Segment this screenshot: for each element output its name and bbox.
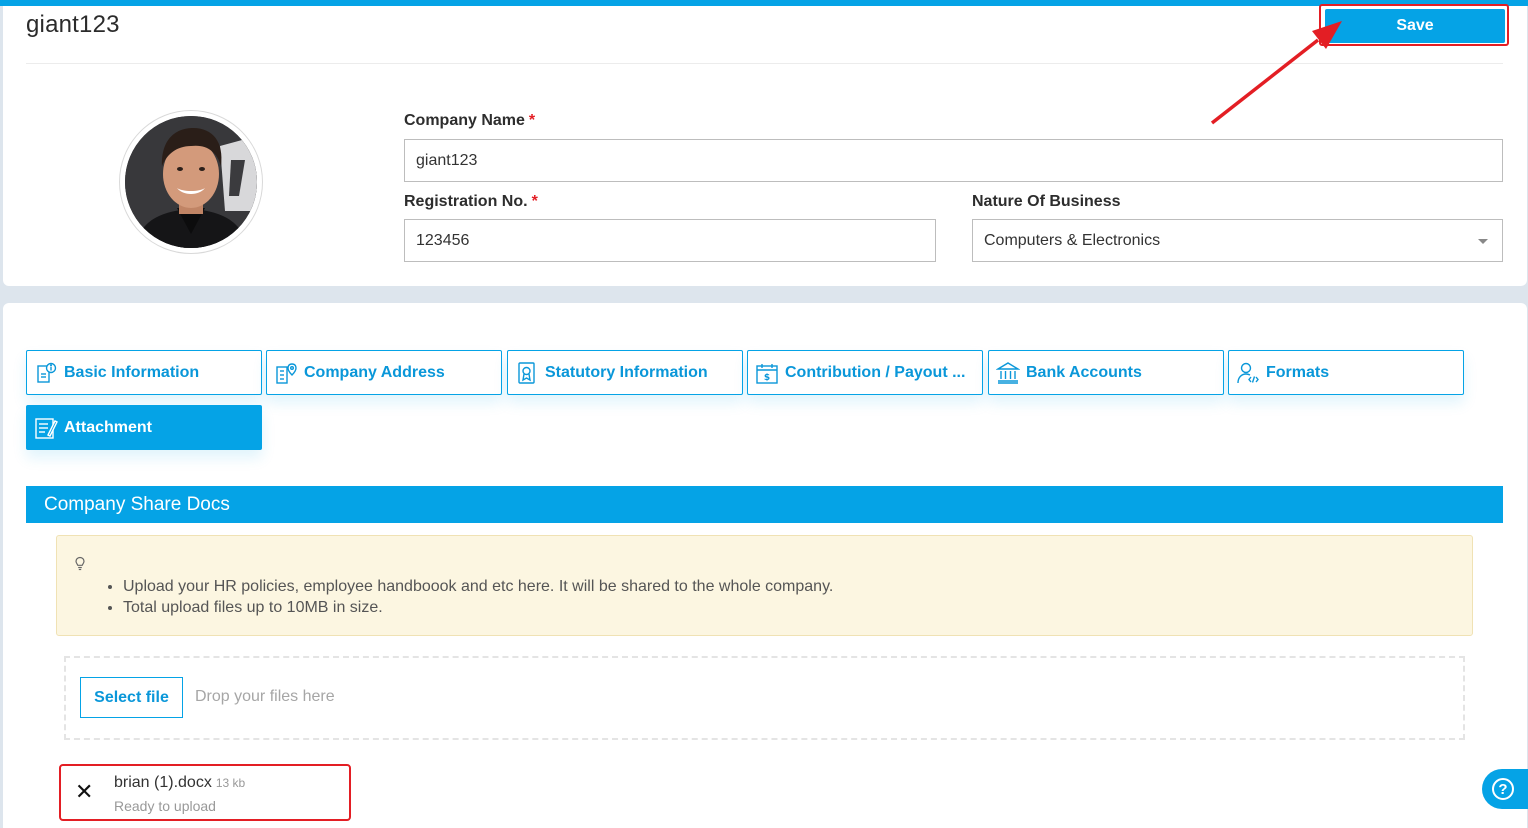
annotation-arrow xyxy=(1210,21,1342,125)
help-icon: ? xyxy=(1492,778,1514,800)
help-button[interactable]: ? xyxy=(1482,769,1528,809)
